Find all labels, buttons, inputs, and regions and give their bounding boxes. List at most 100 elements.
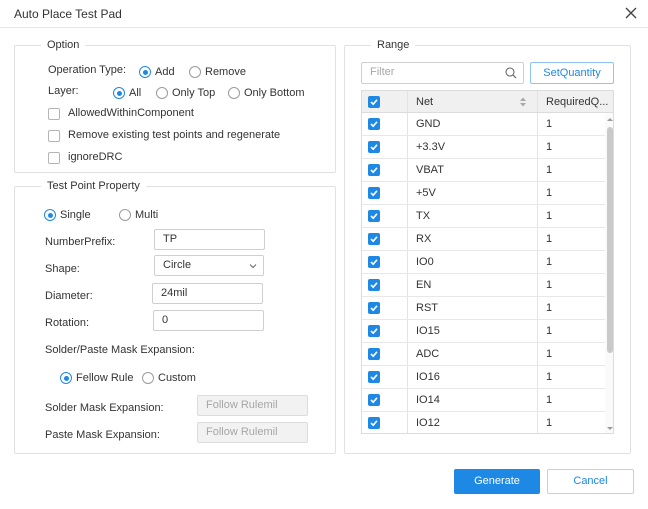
scrollbar-thumb[interactable] (607, 127, 613, 353)
row-checkbox[interactable] (368, 417, 380, 429)
generate-button[interactable]: Generate (454, 469, 540, 494)
net-name: TX (416, 210, 431, 222)
rotation-input[interactable]: 0 (153, 310, 264, 331)
table-row[interactable]: IO0 1 (362, 251, 605, 274)
table-row[interactable]: EN 1 (362, 274, 605, 297)
table-row[interactable]: RST 1 (362, 297, 605, 320)
scroll-up-icon[interactable] (605, 115, 614, 123)
row-checkbox[interactable] (368, 394, 380, 406)
row-checkbox[interactable] (368, 187, 380, 199)
row-checkbox[interactable] (368, 210, 380, 222)
table-row[interactable]: IO12 1 (362, 412, 605, 433)
select-all-checkbox[interactable] (368, 96, 380, 108)
qty-cell[interactable]: 1 (538, 228, 605, 250)
qty-cell[interactable]: 1 (538, 205, 605, 227)
shape-select[interactable]: Circle (154, 255, 264, 276)
sort-icon[interactable] (519, 96, 527, 108)
allowed-within-component-checkbox[interactable] (48, 108, 60, 120)
remove-existing-checkbox[interactable] (48, 130, 60, 142)
net-name: RX (416, 233, 432, 245)
qty-cell[interactable]: 1 (538, 366, 605, 388)
dialog-title: Auto Place Test Pad (14, 7, 122, 21)
qty-cell[interactable]: 1 (538, 389, 605, 411)
layer-all-radio[interactable] (113, 87, 125, 99)
row-checkbox[interactable] (368, 164, 380, 176)
check-icon (370, 121, 378, 128)
fellow-rule-label[interactable]: Fellow Rule (76, 372, 133, 384)
layer-bottom-radio[interactable] (228, 87, 240, 99)
close-icon[interactable] (622, 4, 640, 22)
table-row[interactable]: IO16 1 (362, 366, 605, 389)
row-checkbox[interactable] (368, 302, 380, 314)
layer-top-label[interactable]: Only Top (172, 87, 215, 99)
allowed-within-component-label[interactable]: AllowedWithinComponent (68, 107, 194, 119)
check-icon (370, 351, 378, 358)
diameter-input[interactable]: 24mil (152, 283, 263, 304)
row-select-cell (362, 159, 408, 181)
table-row[interactable]: RX 1 (362, 228, 605, 251)
qty-cell[interactable]: 1 (538, 136, 605, 158)
custom-label[interactable]: Custom (158, 372, 196, 384)
table-row[interactable]: +5V 1 (362, 182, 605, 205)
multi-radio[interactable] (119, 209, 131, 221)
row-checkbox[interactable] (368, 325, 380, 337)
ignore-drc-checkbox[interactable] (48, 152, 60, 164)
table-row[interactable]: TX 1 (362, 205, 605, 228)
solder-mask-label: Solder Mask Expansion: (45, 402, 164, 414)
filter-input[interactable]: Filter (361, 62, 524, 84)
fellow-rule-radio[interactable] (60, 372, 72, 384)
required-quantity: 1 (546, 141, 553, 153)
shape-value: Circle (163, 259, 192, 271)
table-row[interactable]: IO15 1 (362, 320, 605, 343)
ignore-drc-label[interactable]: ignoreDRC (68, 151, 122, 163)
qty-cell[interactable]: 1 (538, 297, 605, 319)
check-icon (370, 374, 378, 381)
single-label[interactable]: Single (60, 209, 91, 221)
row-checkbox[interactable] (368, 141, 380, 153)
qty-cell[interactable]: 1 (538, 343, 605, 365)
cancel-button[interactable]: Cancel (547, 469, 634, 494)
layer-top-radio[interactable] (156, 87, 168, 99)
qty-cell[interactable]: 1 (538, 412, 605, 433)
row-checkbox[interactable] (368, 233, 380, 245)
layer-all-label[interactable]: All (129, 87, 141, 99)
row-checkbox[interactable] (368, 279, 380, 291)
operation-add-radio[interactable] (139, 66, 151, 78)
row-checkbox[interactable] (368, 371, 380, 383)
operation-add-label[interactable]: Add (155, 66, 175, 78)
check-icon (370, 167, 378, 174)
row-select-cell (362, 412, 408, 433)
number-prefix-input[interactable]: TP (154, 229, 265, 250)
remove-existing-label[interactable]: Remove existing test points and regenera… (68, 129, 280, 141)
qty-cell[interactable]: 1 (538, 251, 605, 273)
net-cell: RX (408, 228, 538, 250)
custom-radio[interactable] (142, 372, 154, 384)
operation-remove-label[interactable]: Remove (205, 66, 246, 78)
header-net-cell[interactable]: Net (408, 91, 538, 112)
qty-cell[interactable]: 1 (538, 159, 605, 181)
table-row[interactable]: ADC 1 (362, 343, 605, 366)
operation-remove-radio[interactable] (189, 66, 201, 78)
operation-type-label: Operation Type: (48, 64, 127, 76)
row-checkbox[interactable] (368, 256, 380, 268)
table-scrollbar[interactable] (605, 113, 614, 433)
table-row[interactable]: VBAT 1 (362, 159, 605, 182)
table-row[interactable]: +3.3V 1 (362, 136, 605, 159)
qty-cell[interactable]: 1 (538, 274, 605, 296)
layer-bottom-label[interactable]: Only Bottom (244, 87, 305, 99)
row-checkbox[interactable] (368, 118, 380, 130)
qty-cell[interactable]: 1 (538, 182, 605, 204)
table-row[interactable]: GND 1 (362, 113, 605, 136)
set-quantity-button[interactable]: SetQuantity (530, 62, 614, 84)
scroll-down-icon[interactable] (605, 425, 614, 433)
single-radio[interactable] (44, 209, 56, 221)
row-checkbox[interactable] (368, 348, 380, 360)
required-quantity: 1 (546, 233, 553, 245)
net-cell: +5V (408, 182, 538, 204)
qty-cell[interactable]: 1 (538, 113, 605, 135)
required-quantity: 1 (546, 302, 553, 314)
qty-cell[interactable]: 1 (538, 320, 605, 342)
table-row[interactable]: IO14 1 (362, 389, 605, 412)
multi-label[interactable]: Multi (135, 209, 158, 221)
required-quantity: 1 (546, 118, 553, 130)
